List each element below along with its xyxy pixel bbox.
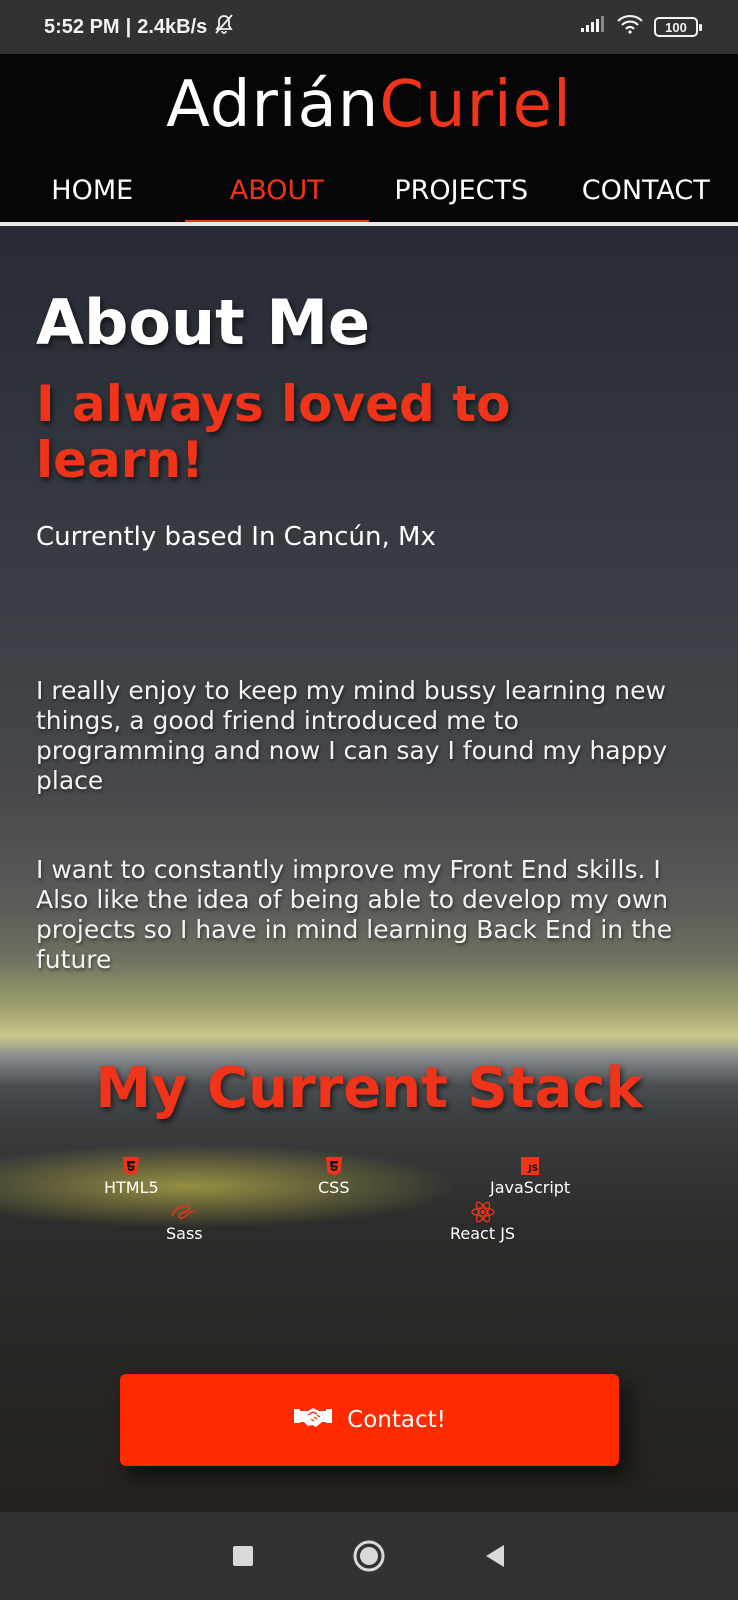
stack-item-sass: Sass — [166, 1202, 203, 1243]
status-bar: 5:52 PM | 2.4kB/s 100 — [0, 0, 738, 54]
signal-icon — [580, 15, 606, 39]
phone-screen: 5:52 PM | 2.4kB/s 100 AdriánCuriel HOME … — [0, 0, 738, 1600]
muted-bell-icon — [213, 13, 235, 41]
stack-item-html5: HTML5 — [104, 1156, 159, 1197]
react-icon — [470, 1201, 495, 1223]
status-right: 100 — [580, 14, 702, 40]
nav-home[interactable]: HOME — [0, 166, 185, 216]
status-left: 5:52 PM | 2.4kB/s — [44, 13, 235, 41]
about-tagline: I always loved to learn! — [36, 375, 511, 489]
recents-square-icon[interactable] — [223, 1536, 263, 1576]
status-separator: | — [125, 15, 132, 38]
nav-about[interactable]: ABOUT — [184, 166, 370, 224]
home-circle-icon[interactable] — [349, 1536, 389, 1576]
stack-item-label: CSS — [318, 1178, 350, 1197]
stack-item-label: React JS — [450, 1224, 516, 1243]
css3-icon — [325, 1156, 343, 1176]
about-paragraph: I want to constantly improve my Front En… — [36, 855, 673, 974]
wifi-icon — [616, 14, 644, 40]
handshake-icon — [293, 1405, 333, 1435]
battery-icon: 100 — [654, 17, 702, 37]
brand-logo[interactable]: AdriánCuriel — [0, 68, 738, 142]
about-title: About Me — [36, 286, 371, 359]
stack-item-javascript: JS JavaScript — [490, 1156, 570, 1197]
stack-item-react: React JS — [450, 1201, 516, 1243]
stack-item-css: CSS — [318, 1156, 349, 1197]
back-triangle-icon[interactable] — [475, 1536, 515, 1576]
main-nav: HOME ABOUT PROJECTS CONTACT — [0, 166, 738, 224]
stack-item-label: HTML5 — [104, 1178, 159, 1197]
battery-level: 100 — [665, 19, 687, 35]
nav-projects[interactable]: PROJECTS — [369, 166, 554, 216]
nav-contact[interactable]: CONTACT — [554, 166, 738, 216]
stack-item-label: JavaScript — [490, 1178, 571, 1197]
javascript-icon: JS — [521, 1156, 540, 1176]
contact-button[interactable]: Contact! — [120, 1374, 619, 1466]
site-header: AdriánCuriel HOME ABOUT PROJECTS CONTACT — [0, 54, 738, 226]
stack-item-label: Sass — [166, 1224, 203, 1243]
sass-icon — [169, 1202, 199, 1222]
about-location: Currently based In Cancún, Mx — [36, 522, 436, 552]
html5-icon — [122, 1156, 140, 1176]
brand-last-name: Curiel — [379, 68, 572, 142]
status-time: 5:52 PM — [44, 15, 120, 38]
stack-title: My Current Stack — [95, 1056, 643, 1121]
contact-button-label: Contact! — [347, 1407, 446, 1433]
brand-first-name: Adrián — [166, 68, 380, 142]
about-paragraph: I really enjoy to keep my mind bussy lea… — [36, 676, 668, 795]
system-nav-bar — [0, 1512, 738, 1600]
status-net-speed: 2.4kB/s — [137, 15, 208, 38]
